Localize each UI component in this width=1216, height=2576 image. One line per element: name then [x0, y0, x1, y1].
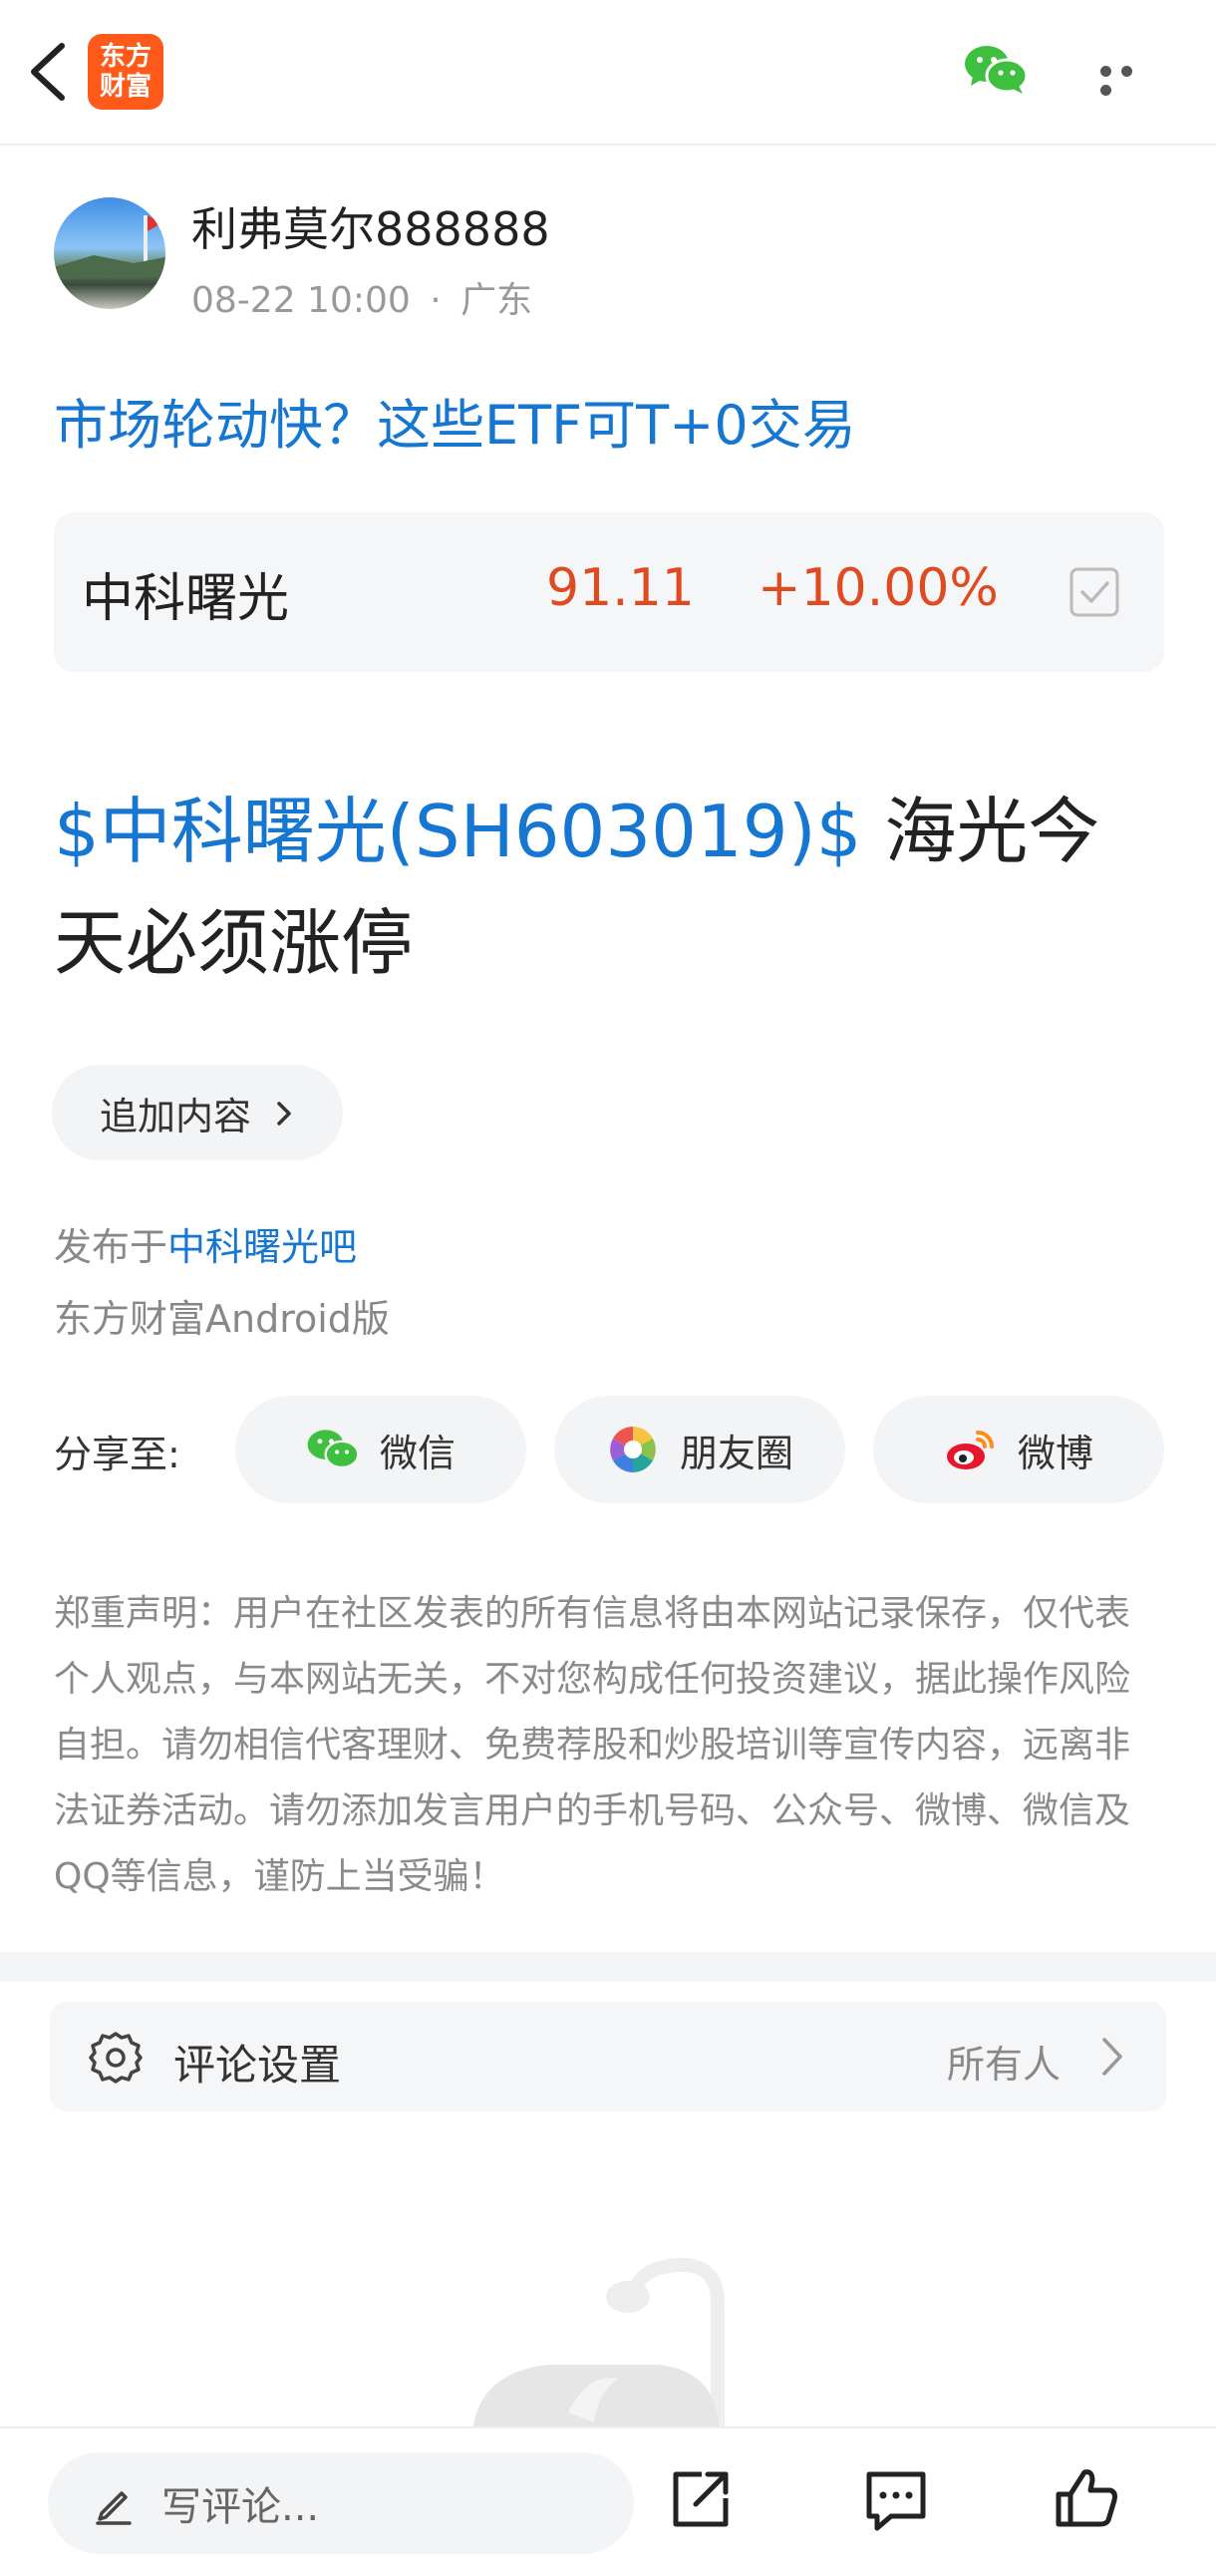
stock-bar-link[interactable]: 中科曙光吧	[167, 1225, 357, 1269]
empty-comments-illustration	[458, 2253, 777, 2439]
post-date: 08-22 10:00	[191, 280, 411, 321]
comment-settings-row[interactable]: 评论设置 所有人	[50, 2002, 1166, 2111]
stock-card[interactable]: 中科曙光 91.11 +10.00%	[54, 512, 1164, 672]
logo-line-1: 东方	[99, 42, 152, 72]
bottom-bar: 写评论...	[0, 2426, 1216, 2576]
logo-line-2: 财富	[99, 72, 152, 102]
stock-name: 中科曙光	[82, 569, 290, 629]
post-body: $中科曙光(SH603019)$ 海光今天必须涨停	[54, 776, 1170, 999]
client-source: 东方财富Android版	[54, 1297, 390, 1341]
publish-prefix: 发布于	[54, 1225, 168, 1269]
like-icon[interactable]	[1053, 2464, 1122, 2534]
share-weibo-label: 微博	[1017, 1431, 1093, 1475]
comment-input[interactable]: 写评论...	[48, 2452, 634, 2554]
share-wechat-button[interactable]: 微信	[235, 1396, 526, 1503]
share-wechat-label: 微信	[379, 1431, 456, 1475]
stock-price: 91.11	[546, 558, 695, 618]
watchlist-check-icon[interactable]	[1068, 566, 1120, 618]
share-out-icon[interactable]	[666, 2464, 736, 2534]
stock-mention-link[interactable]: $中科曙光(SH603019)$	[54, 790, 862, 873]
pen-icon	[92, 2481, 136, 2525]
meta-separator: ·	[430, 280, 442, 321]
avatar[interactable]	[54, 197, 165, 309]
top-bar: 东方 财富	[0, 0, 1216, 146]
publish-line: 发布于中科曙光吧	[54, 1216, 357, 1271]
append-content-button[interactable]: 追加内容	[52, 1065, 343, 1160]
share-weibo-button[interactable]: 微博	[873, 1396, 1164, 1503]
comment-icon[interactable]	[861, 2464, 931, 2534]
append-content-label: 追加内容	[100, 1094, 252, 1138]
share-moments-label: 朋友圈	[679, 1431, 793, 1475]
wechat-icon	[306, 1423, 360, 1476]
back-arrow-icon[interactable]	[22, 36, 82, 108]
share-moments-button[interactable]: 朋友圈	[554, 1396, 845, 1503]
more-dots-icon[interactable]	[1100, 62, 1162, 96]
share-label: 分享至:	[54, 1433, 180, 1476]
section-divider	[0, 1952, 1216, 1982]
moments-icon	[606, 1423, 660, 1476]
chevron-right-icon	[1092, 2032, 1132, 2082]
disclaimer-text: 郑重声明：用户在社区发表的所有信息将由本网站记录保存，仅代表个人观点，与本网站无…	[54, 1593, 1131, 1897]
author-name[interactable]: 利弗莫尔888888	[191, 193, 550, 259]
post-meta: 08-22 10:00 · 广东	[191, 271, 532, 323]
post-location: 广东	[460, 280, 533, 321]
comment-placeholder: 写评论...	[161, 2484, 320, 2530]
wechat-icon[interactable]	[963, 42, 1029, 98]
app-logo: 东方 财富	[88, 34, 163, 110]
comment-settings-label: 评论设置	[173, 2041, 342, 2090]
gear-icon	[88, 2030, 144, 2086]
post-title[interactable]: 市场轮动快？这些ETF可T+0交易	[54, 381, 856, 460]
weibo-icon	[944, 1423, 998, 1476]
stock-change: +10.00%	[758, 558, 999, 618]
comment-settings-value: 所有人	[947, 2043, 1062, 2087]
chevron-right-icon	[267, 1096, 301, 1129]
